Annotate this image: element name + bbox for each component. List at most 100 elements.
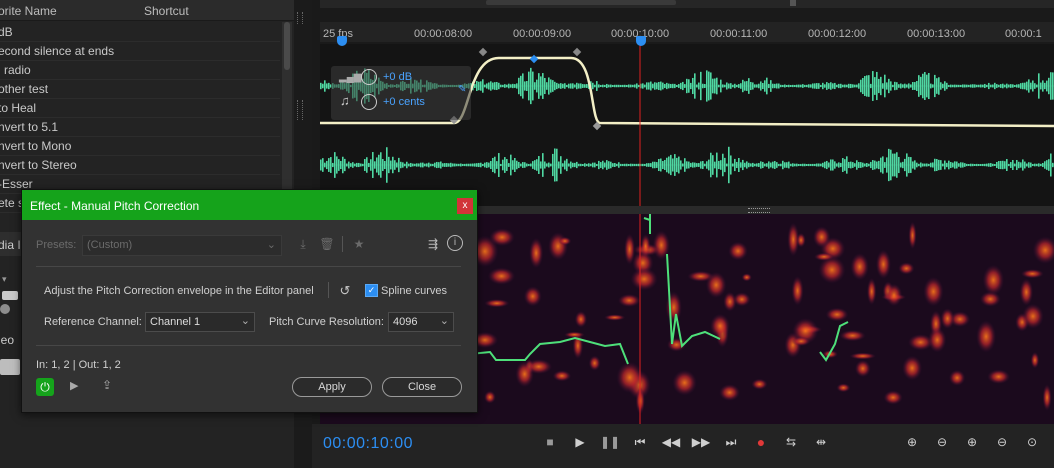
power-icon[interactable]: ⏻: [36, 378, 54, 396]
resolution-value: 4096: [393, 316, 418, 328]
tick-label: 00:00:12:00: [808, 28, 867, 40]
overview-strip[interactable]: [320, 0, 1054, 8]
start-marker-icon[interactable]: [337, 36, 347, 46]
toolbar-separator: [342, 236, 343, 252]
effect-dialog: Effect - Manual Pitch Correction x Prese…: [21, 189, 478, 413]
tick-label: 00:00:08:00: [414, 28, 473, 40]
favorite-name-column[interactable]: orite Name: [0, 4, 57, 18]
skip-forward-icon[interactable]: ⏭: [721, 432, 741, 452]
favorites-scrollbar[interactable]: [282, 22, 292, 202]
divider: [36, 345, 461, 346]
favorite-item[interactable]: econd silence at ends: [0, 41, 280, 61]
export-icon[interactable]: ⇪: [102, 378, 112, 392]
apply-button[interactable]: Apply: [292, 377, 372, 397]
zoom-in-time-icon[interactable]: ⊕: [962, 432, 982, 452]
envelope-keyframe[interactable]: [529, 54, 539, 64]
zoom-in-amplitude-icon[interactable]: ⊕: [902, 432, 922, 452]
shortcut-column[interactable]: Shortcut: [144, 4, 189, 18]
info-icon[interactable]: i: [447, 235, 463, 251]
resolution-label: Pitch Curve Resolution:: [269, 316, 384, 328]
star-icon[interactable]: ★: [351, 236, 367, 252]
pause-icon[interactable]: ❚❚: [600, 432, 620, 452]
pin-icon[interactable]: ✎: [458, 84, 466, 95]
media-tab[interactable]: dia I: [0, 232, 21, 256]
play-icon[interactable]: ▶: [570, 432, 590, 452]
reference-channel-value: Channel 1: [150, 316, 201, 328]
chevron-down-icon[interactable]: ▾: [2, 274, 10, 284]
volume-meter-icon: ▂▄▆: [339, 72, 362, 83]
presets-label: Presets:: [36, 239, 77, 251]
separator: [328, 282, 329, 298]
zoom-full-icon[interactable]: ⊙: [1022, 432, 1042, 452]
video-label: leo: [0, 333, 15, 347]
current-time[interactable]: 00:00:10:00: [323, 435, 413, 453]
presets-value: (Custom): [87, 239, 133, 251]
tick-label: 00:00:13:00: [907, 28, 966, 40]
loop-icon[interactable]: ⇆: [781, 432, 801, 452]
favorite-item-label: to Heal: [0, 101, 37, 115]
rewind-icon[interactable]: ◀◀: [661, 432, 681, 452]
reference-channel-select[interactable]: Channel 1 ⌄: [145, 312, 255, 332]
fast-forward-icon[interactable]: ▶▶: [691, 432, 711, 452]
reference-channel-label: Reference Channel:: [44, 316, 142, 328]
clip-icon[interactable]: [0, 359, 20, 375]
favorite-item[interactable]: to Heal: [0, 98, 280, 118]
favorite-item[interactable]: nvert to 5.1: [0, 117, 280, 137]
reset-icon[interactable]: ↺: [337, 283, 353, 299]
record-icon[interactable]: ●: [751, 432, 771, 452]
toggle-icon[interactable]: [2, 291, 18, 300]
resolution-select[interactable]: 4096 ⌄: [388, 312, 454, 332]
clip-overlay: ▂▄▆ +0 dB ♫ +0 cents ✎: [331, 66, 471, 120]
playhead-marker-icon[interactable]: [636, 36, 646, 46]
routing-icon[interactable]: ⇶: [425, 236, 441, 252]
favorite-item-label: nvert to Stereo: [0, 158, 77, 172]
timeline-ruler[interactable]: 25 fps 00:00:08:00 00:00:09:00 00:00:10:…: [320, 22, 1054, 42]
media-tab-label: dia I: [0, 238, 21, 252]
tick-label: 00:00:09:00: [513, 28, 572, 40]
drag-handle-icon[interactable]: [297, 12, 303, 24]
music-note-icon: ♫: [340, 93, 350, 108]
close-button[interactable]: Close: [382, 377, 462, 397]
favorite-item[interactable]: dB: [0, 22, 280, 42]
favorite-item[interactable]: nvert to Mono: [0, 136, 280, 156]
favorite-item-label: dB: [0, 25, 13, 39]
zoom-out-amplitude-icon[interactable]: ⊖: [932, 432, 952, 452]
tick-label: 00:00:1: [1005, 28, 1042, 40]
zoom-out-time-icon[interactable]: ⊖: [992, 432, 1012, 452]
favorite-item[interactable]: l radio: [0, 60, 280, 80]
preview-play-icon[interactable]: ▶: [70, 379, 78, 392]
trash-icon[interactable]: 🗑: [319, 236, 335, 252]
envelope-keyframe[interactable]: [478, 47, 488, 57]
spline-curves-label[interactable]: Spline curves: [381, 285, 447, 297]
skip-selection-icon[interactable]: ⇹: [811, 432, 831, 452]
favorite-item-label: econd silence at ends: [0, 44, 115, 58]
chevron-down-icon: ⌄: [266, 239, 276, 251]
download-icon[interactable]: ⤓: [295, 236, 311, 252]
stop-icon[interactable]: ■: [540, 432, 560, 452]
favorite-item-label: nvert to Mono: [0, 139, 72, 153]
volume-knob[interactable]: [361, 69, 377, 85]
skip-back-icon[interactable]: ⏮: [630, 432, 650, 452]
drag-handle-icon[interactable]: [297, 100, 303, 120]
favorite-item-label: nvert to 5.1: [0, 120, 59, 134]
chevron-down-icon: ⌄: [240, 315, 250, 327]
spline-curves-checkbox[interactable]: ✓: [365, 284, 378, 297]
dialog-title: Effect - Manual Pitch Correction: [30, 199, 200, 213]
favorite-item-label: other test: [0, 82, 49, 96]
adjust-instructions: Adjust the Pitch Correction envelope in …: [44, 285, 314, 297]
volume-value[interactable]: +0 dB: [383, 71, 412, 83]
pitch-knob[interactable]: [361, 94, 377, 110]
close-icon[interactable]: x: [457, 198, 473, 214]
scrollbar-thumb[interactable]: [284, 22, 290, 70]
favorite-item[interactable]: other test: [0, 79, 280, 99]
favorite-item-label: l radio: [0, 63, 31, 77]
knob-icon[interactable]: [0, 304, 10, 314]
chevron-down-icon: ⌄: [439, 315, 449, 327]
dialog-titlebar[interactable]: Effect - Manual Pitch Correction x: [22, 190, 477, 220]
envelope-keyframe[interactable]: [572, 47, 582, 57]
favorite-item[interactable]: nvert to Stereo: [0, 155, 280, 175]
divider: [36, 266, 461, 267]
presets-select[interactable]: (Custom) ⌄: [82, 235, 282, 256]
pitch-value[interactable]: +0 cents: [383, 96, 425, 108]
favorites-header: orite Name Shortcut: [0, 0, 306, 21]
